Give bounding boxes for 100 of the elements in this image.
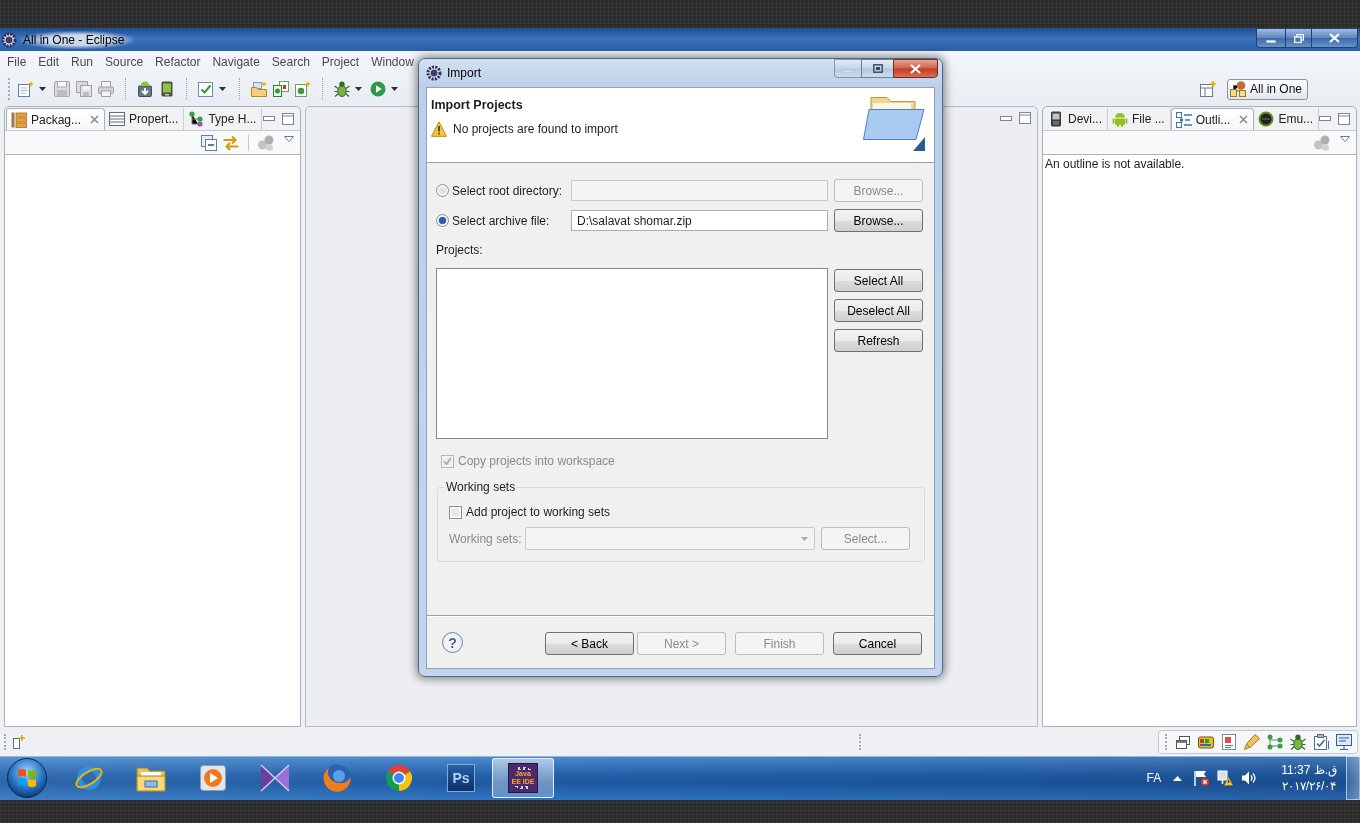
perspective-button[interactable]: All in One bbox=[1226, 78, 1308, 100]
option-label[interactable]: Select root directory: bbox=[452, 183, 571, 198]
menu-item[interactable]: Navigate bbox=[206, 52, 266, 72]
view-menu-icon[interactable] bbox=[1340, 136, 1350, 142]
taskbar-button[interactable]: Ps bbox=[430, 758, 492, 798]
caret-icon[interactable] bbox=[38, 87, 46, 91]
minimize-icon bbox=[1266, 39, 1276, 43]
clock-date[interactable]: ۲۰۱۷/۲۶/۰۴ bbox=[1281, 778, 1337, 794]
warning-icon bbox=[431, 121, 447, 137]
bug-icon[interactable] bbox=[1289, 734, 1306, 750]
screen-warning-icon[interactable] bbox=[1217, 770, 1234, 786]
pen-icon[interactable] bbox=[1243, 734, 1260, 750]
menu-item[interactable]: Run bbox=[65, 52, 100, 72]
flag-icon[interactable] bbox=[1193, 770, 1210, 786]
new-file-icon[interactable] bbox=[18, 81, 34, 97]
list-action-button[interactable]: Select All bbox=[834, 269, 923, 292]
ring-swoosh-icon bbox=[74, 763, 104, 793]
caret-icon[interactable] bbox=[218, 87, 226, 91]
group-title: Working sets bbox=[445, 479, 517, 495]
maximize-button[interactable] bbox=[861, 59, 893, 78]
close-icon[interactable] bbox=[90, 115, 100, 124]
close-icon[interactable] bbox=[1239, 115, 1249, 124]
caret-icon[interactable] bbox=[354, 87, 362, 91]
radio-button[interactable] bbox=[436, 184, 449, 197]
menu-item[interactable]: Window bbox=[365, 52, 420, 72]
radio-button[interactable] bbox=[436, 214, 449, 227]
menu-item[interactable]: Refactor bbox=[149, 52, 207, 72]
wizard-button[interactable]: < Back bbox=[545, 632, 634, 655]
menu-item[interactable]: Project bbox=[315, 52, 366, 72]
browse-button[interactable]: Browse... bbox=[834, 209, 923, 232]
view-menu-icon[interactable] bbox=[284, 136, 294, 142]
device-icon[interactable] bbox=[1197, 734, 1214, 750]
tick-box-icon[interactable] bbox=[198, 81, 214, 97]
phone-icon bbox=[1048, 111, 1064, 127]
pages-icon[interactable] bbox=[273, 81, 289, 97]
bug-icon[interactable] bbox=[334, 81, 350, 97]
restore-button[interactable] bbox=[1285, 28, 1311, 48]
close-icon bbox=[1329, 33, 1340, 43]
list-action-button[interactable]: Refresh bbox=[834, 329, 923, 352]
gear-icon bbox=[1, 31, 17, 48]
maximize-icon[interactable] bbox=[1019, 112, 1031, 124]
window-plus-icon[interactable] bbox=[1199, 81, 1216, 97]
robot-icon bbox=[1112, 111, 1128, 127]
monitor-icon[interactable] bbox=[1335, 734, 1352, 750]
phone-icon[interactable] bbox=[159, 81, 175, 97]
maximize-icon bbox=[872, 64, 883, 73]
close-button[interactable] bbox=[1311, 28, 1358, 48]
minimize-icon[interactable] bbox=[1000, 115, 1012, 121]
close-button[interactable] bbox=[893, 59, 938, 78]
minimize-icon[interactable] bbox=[263, 116, 275, 121]
view-tab[interactable]: Packag... bbox=[6, 108, 106, 130]
download-box-icon[interactable] bbox=[137, 81, 153, 97]
run-icon[interactable] bbox=[370, 81, 386, 97]
show-desktop-button[interactable] bbox=[1346, 756, 1360, 800]
shapes-icon bbox=[1229, 81, 1246, 97]
dropdown-field[interactable] bbox=[525, 527, 815, 550]
text-field[interactable] bbox=[571, 180, 828, 201]
folder-icon bbox=[863, 96, 925, 151]
tree-icon[interactable] bbox=[1266, 734, 1283, 750]
view-tab[interactable]: Outli... bbox=[1170, 108, 1255, 130]
collapse-all-icon[interactable] bbox=[201, 134, 217, 151]
language-indicator[interactable]: FA bbox=[1146, 771, 1162, 785]
minimize-button[interactable] bbox=[1256, 28, 1285, 48]
panel-plus-icon[interactable] bbox=[13, 735, 25, 749]
folder-star-icon[interactable] bbox=[251, 81, 267, 97]
save-icon[interactable] bbox=[54, 81, 70, 97]
caret-up-icon[interactable] bbox=[1173, 775, 1183, 781]
window-title: All in One - Eclipse bbox=[21, 30, 135, 49]
maximize-icon[interactable] bbox=[282, 112, 294, 125]
print-icon[interactable] bbox=[98, 81, 114, 97]
text-field[interactable]: D:\salavat shomar.zip bbox=[571, 210, 828, 231]
menu-item[interactable]: Search bbox=[265, 52, 316, 72]
dialog-title: Import bbox=[447, 66, 481, 80]
picture-card-icon[interactable] bbox=[1220, 734, 1237, 750]
checkbox[interactable] bbox=[449, 505, 462, 519]
wizard-button[interactable]: Cancel bbox=[833, 632, 922, 655]
bow-tie-icon bbox=[260, 763, 290, 793]
volume-icon[interactable] bbox=[1241, 770, 1258, 786]
caret-icon bbox=[801, 536, 808, 541]
save-all-icon[interactable] bbox=[76, 81, 92, 97]
page-star-icon[interactable] bbox=[295, 81, 311, 97]
menu-item[interactable]: File bbox=[1, 52, 33, 72]
menu-item[interactable]: Source bbox=[99, 52, 150, 72]
maximize-icon[interactable] bbox=[1338, 112, 1351, 125]
start-button[interactable] bbox=[7, 758, 47, 798]
restore-icon[interactable] bbox=[1174, 734, 1191, 750]
option-label[interactable]: Select archive file: bbox=[452, 213, 571, 228]
app-tile: Ps bbox=[447, 764, 475, 792]
field-label: Working sets: bbox=[449, 531, 523, 546]
clock-time[interactable]: 11:37 ق.ظ bbox=[1281, 762, 1337, 778]
checkbox-label[interactable]: Add project to working sets bbox=[466, 505, 611, 519]
minimize-icon[interactable] bbox=[1319, 116, 1332, 121]
two-arrows-icon[interactable] bbox=[223, 134, 239, 151]
list-action-button[interactable]: Deselect All bbox=[834, 299, 923, 322]
restore-icon bbox=[1293, 33, 1304, 43]
help-button[interactable]: ? bbox=[442, 632, 463, 653]
caret-icon[interactable] bbox=[390, 87, 398, 91]
menu-item[interactable]: Edit bbox=[32, 52, 66, 72]
list-icon bbox=[1175, 111, 1192, 128]
clipboard-icon[interactable] bbox=[1312, 734, 1329, 750]
